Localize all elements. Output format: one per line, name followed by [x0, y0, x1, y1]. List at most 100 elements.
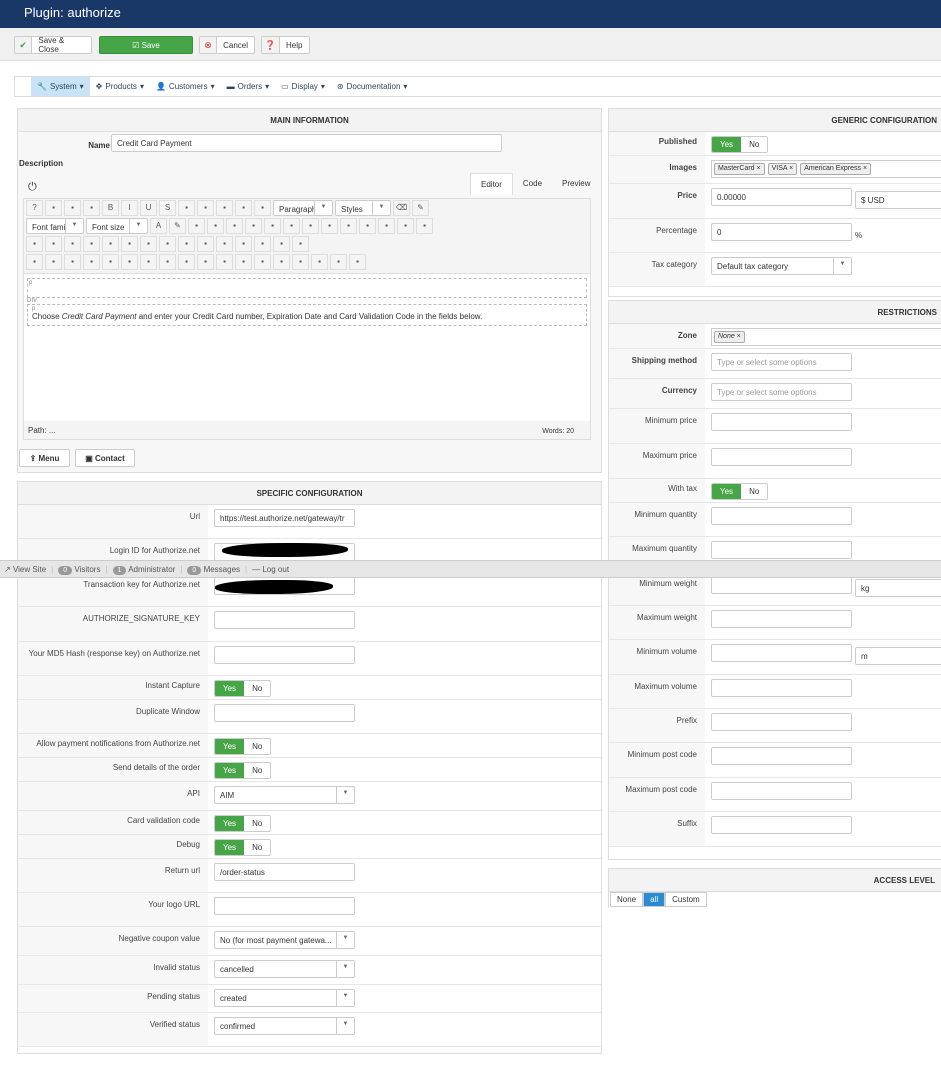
text-input[interactable] — [214, 611, 355, 629]
text-input[interactable] — [214, 897, 355, 915]
unordered-list-icon[interactable]: ▪ — [321, 218, 338, 234]
yes-no-toggle[interactable]: Yes No — [711, 136, 769, 153]
no-option[interactable]: No — [244, 840, 270, 855]
special-char-icon[interactable]: ▪ — [397, 218, 414, 234]
text-input[interactable]: 0 — [711, 223, 852, 241]
editor-content[interactable]: p DIV p Choose Credit Card Payment and e… — [24, 273, 590, 421]
subscript-icon[interactable]: ▪ — [340, 218, 357, 234]
blockquote-icon[interactable]: ▪ — [254, 200, 271, 216]
redo-icon[interactable]: ▪ — [83, 200, 100, 216]
paragraph-select[interactable]: Paragraph ▼ — [273, 200, 333, 216]
text-input[interactable] — [711, 507, 852, 525]
acronym-icon[interactable]: ▪ — [159, 254, 176, 270]
text-input[interactable]: 0.00000 — [711, 188, 852, 206]
new-document-icon[interactable]: ▪ — [45, 200, 62, 216]
access-option-none[interactable]: None — [610, 892, 644, 907]
col-delete-icon[interactable]: ▪ — [254, 236, 271, 252]
text-input[interactable] — [711, 576, 852, 594]
no-option[interactable]: No — [244, 739, 270, 754]
anchor-icon[interactable]: ▪ — [235, 254, 252, 270]
table-delete-icon[interactable]: ▪ — [140, 236, 157, 252]
visual-aid-icon[interactable]: ▪ — [26, 254, 43, 270]
tag[interactable]: MasterCard × — [714, 163, 765, 175]
no-option[interactable]: No — [244, 816, 270, 831]
select[interactable]: cancelled ▼ — [214, 960, 355, 978]
no-option[interactable]: No — [244, 681, 270, 696]
select[interactable]: confirmed ▼ — [214, 1017, 355, 1035]
save-close-button[interactable]: ✔ Save & Close — [14, 36, 92, 54]
align-center-icon[interactable]: ▪ — [197, 200, 214, 216]
save-button[interactable]: ☑ Save — [99, 36, 193, 54]
logout-link[interactable]: — Log out — [252, 565, 289, 574]
text-input[interactable] — [711, 644, 852, 662]
fullscreen-icon[interactable]: ▪ — [64, 236, 81, 252]
view-site-link[interactable]: ↗ View Site — [4, 565, 46, 574]
align-justify-icon[interactable]: ▪ — [178, 200, 195, 216]
text-input[interactable] — [711, 816, 852, 834]
tag-select[interactable]: MasterCard × VISA × American Express × — [711, 160, 941, 178]
remove-icon[interactable]: × — [861, 165, 867, 172]
no-option[interactable]: No — [741, 484, 767, 499]
tab-editor[interactable]: Editor — [470, 173, 513, 195]
menu-customers[interactable]: 👤 Customers ▾ — [150, 77, 221, 96]
text-color-icon[interactable]: A — [150, 218, 167, 234]
text-input[interactable] — [711, 747, 852, 765]
yes-option[interactable]: Yes — [215, 739, 245, 754]
media-icon[interactable]: ▪ — [216, 254, 233, 270]
pagebreak-icon[interactable]: ▪ — [273, 254, 290, 270]
spellcheck-icon[interactable]: ▪ — [311, 254, 328, 270]
menu-documentation[interactable]: ⊛ Documentation ▾ — [331, 77, 414, 96]
name-input[interactable]: Credit Card Payment — [111, 134, 502, 152]
select[interactable]: AIM ▼ — [214, 786, 355, 804]
yes-no-toggle[interactable]: Yes No — [214, 738, 272, 755]
access-option-custom[interactable]: Custom — [665, 892, 707, 907]
menu-orders[interactable]: ▬ Orders ▾ — [221, 77, 275, 96]
font_family-select[interactable]: Font family▼ — [26, 218, 84, 234]
row-before-icon[interactable]: ▪ — [159, 236, 176, 252]
highlight-icon[interactable]: ✎ — [169, 218, 186, 234]
menu-button[interactable]: ⇪ Menu — [19, 449, 70, 467]
template-icon[interactable]: ▪ — [64, 254, 81, 270]
text-input[interactable] — [711, 448, 852, 466]
font_size-select[interactable]: Font size ▼ — [86, 218, 148, 234]
help-button[interactable]: ❓ Help — [261, 36, 310, 54]
messages[interactable]: 0 Messages — [187, 565, 240, 575]
rtl-icon[interactable]: ▪ — [45, 236, 62, 252]
text-input[interactable]: /order-status — [214, 863, 355, 881]
cut-icon[interactable]: ▪ — [188, 218, 205, 234]
indent-icon[interactable]: ▪ — [264, 218, 281, 234]
row-after-icon[interactable]: ▪ — [178, 236, 195, 252]
align-right-icon[interactable]: ▪ — [235, 200, 252, 216]
superscript-icon[interactable]: ▪ — [359, 218, 376, 234]
yes-no-toggle[interactable]: Yes No — [214, 680, 272, 697]
tag[interactable]: American Express × — [800, 163, 872, 175]
yes-no-toggle[interactable]: Yes No — [214, 762, 272, 779]
eraser-icon[interactable]: ⌫ — [393, 200, 410, 216]
show-blocks-icon[interactable]: ▪ — [45, 254, 62, 270]
remove-icon[interactable]: × — [787, 165, 793, 172]
multi-select-input[interactable]: Type or select some options — [711, 383, 852, 401]
unit-input[interactable]: m — [855, 647, 941, 665]
text-input[interactable] — [214, 646, 355, 664]
tab-preview[interactable]: Preview — [552, 173, 600, 195]
underline-icon[interactable]: U — [140, 200, 157, 216]
row-delete-icon[interactable]: ▪ — [197, 236, 214, 252]
nonbreaking-icon[interactable]: ▪ — [254, 254, 271, 270]
table-icon[interactable]: ▪ — [121, 236, 138, 252]
image-icon[interactable]: ▪ — [83, 254, 100, 270]
hr-table-icon[interactable]: ▪ — [330, 254, 347, 270]
unit-input[interactable]: $ USD — [855, 191, 941, 209]
italic-icon[interactable]: I — [121, 200, 138, 216]
paste-text-icon[interactable]: ▪ — [245, 218, 262, 234]
text-input[interactable] — [214, 704, 355, 722]
yes-no-toggle[interactable]: Yes No — [711, 483, 769, 500]
styles-select[interactable]: Styles ▼ — [335, 200, 391, 216]
print-icon[interactable]: ▪ — [83, 236, 100, 252]
text-input[interactable] — [711, 413, 852, 431]
style-icon[interactable]: ▪ — [102, 254, 119, 270]
text-input[interactable] — [711, 541, 852, 559]
layer-icon[interactable]: ▪ — [349, 254, 366, 270]
del-icon[interactable]: ▪ — [178, 254, 195, 270]
no-option[interactable]: No — [244, 763, 270, 778]
multi-select-input[interactable]: Type or select some options — [711, 353, 852, 371]
